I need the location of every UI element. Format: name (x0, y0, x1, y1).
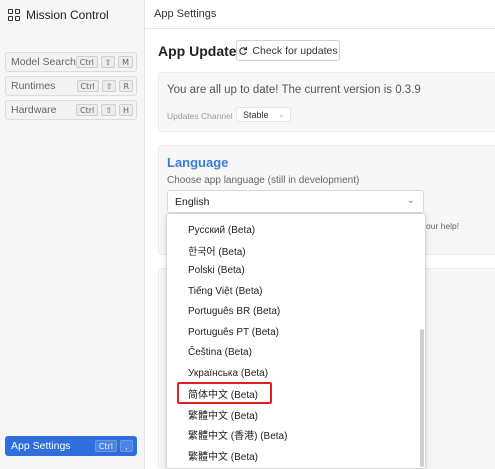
shortcut-key: R (119, 80, 133, 92)
update-card: You are all up to date! The current vers… (158, 72, 495, 132)
chevron-down-icon: ⌄ (406, 195, 415, 206)
sidebar-item-app-settings[interactable]: App Settings Ctrl , (5, 436, 137, 456)
sidebar-item-model-search[interactable]: Model Search Ctrl ⇧ M (5, 52, 137, 72)
channel-label: Updates Channel (167, 111, 233, 121)
shortcut-key: M (118, 56, 133, 68)
language-dropdown: Русский (Beta) 한국어 (Beta) Polski (Beta) … (166, 213, 426, 469)
shortcut-key: , (120, 440, 133, 452)
shortcut-key: ⇧ (100, 56, 116, 68)
sidebar-item-label: Hardware (11, 104, 57, 116)
breadcrumb-label: App Settings (154, 8, 217, 20)
chevron-down-icon: ⌄ (278, 111, 285, 119)
language-option-simplified-chinese[interactable]: 简体中文 (Beta) (188, 385, 258, 401)
language-selected: English (175, 195, 210, 208)
language-option[interactable]: Tiếng Việt (Beta) (188, 283, 262, 299)
language-title: Language (167, 155, 229, 170)
sidebar-item-hardware[interactable]: Hardware Ctrl ⇧ H (5, 100, 137, 120)
check-updates-label: Check for updates (252, 44, 338, 57)
language-option[interactable]: 繁體中文 (Beta) (188, 447, 258, 463)
grid-icon (8, 9, 20, 21)
language-option[interactable]: Русский (Beta) (188, 222, 255, 238)
sidebar-item-runtimes[interactable]: Runtimes Ctrl ⇧ R (5, 76, 137, 96)
language-option[interactable]: 繁體中文 (Beta) (188, 406, 258, 422)
sidebar: Mission Control Model Search Ctrl ⇧ M Ru… (0, 0, 145, 469)
shortcut-key: ⇧ (101, 80, 117, 92)
refresh-icon (239, 46, 248, 55)
language-option[interactable]: Čeština (Beta) (188, 344, 252, 360)
sidebar-item-label: App Settings (11, 440, 71, 452)
language-description: Choose app language (still in developmen… (167, 175, 360, 186)
language-option[interactable]: Polski (Beta) (188, 262, 245, 278)
language-option[interactable]: 한국어 (Beta) (188, 242, 246, 258)
check-updates-button[interactable]: Check for updates (236, 40, 340, 61)
language-select[interactable]: English ⌄ (167, 190, 424, 213)
language-option[interactable]: Português PT (Beta) (188, 324, 279, 340)
channel-value: Stable (243, 109, 269, 120)
help-text: our help! (426, 221, 460, 231)
update-status: You are all up to date! The current vers… (167, 84, 421, 96)
app-title: Mission Control (26, 8, 109, 22)
updates-channel-select[interactable]: Stable ⌄ (236, 107, 291, 122)
shortcut-key: Ctrl (76, 80, 99, 92)
scrollbar-thumb[interactable] (420, 329, 424, 467)
shortcut-key: H (118, 104, 133, 116)
breadcrumb: App Settings (145, 0, 495, 29)
shortcut-key: Ctrl (94, 440, 117, 452)
dropdown-scrollbar[interactable] (419, 214, 425, 468)
shortcut-key: ⇧ (101, 104, 116, 116)
shortcut-key: Ctrl (75, 56, 98, 68)
language-option[interactable]: Українська (Beta) (188, 365, 268, 381)
language-option[interactable]: Português BR (Beta) (188, 303, 280, 319)
shortcut-key: Ctrl (76, 104, 99, 116)
sidebar-item-label: Model Search (11, 56, 76, 68)
sidebar-item-label: Runtimes (11, 80, 56, 92)
app-update-title: App Update (158, 43, 237, 59)
language-option[interactable]: 繁體中文 (香港) (Beta) (188, 426, 287, 442)
brand: Mission Control (8, 7, 109, 23)
